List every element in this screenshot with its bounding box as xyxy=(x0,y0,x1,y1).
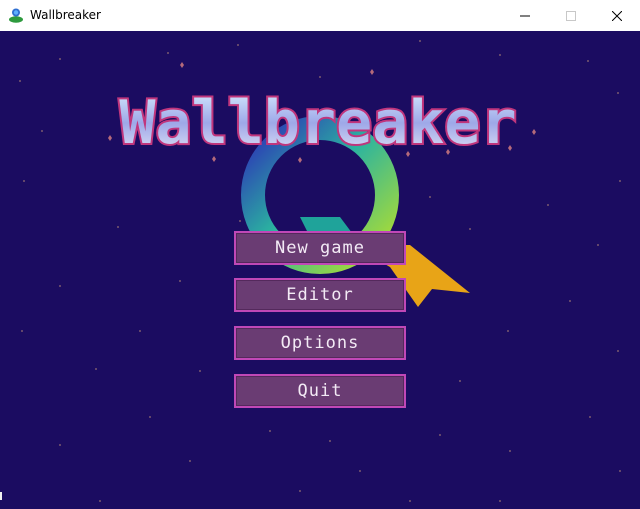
minimize-icon xyxy=(520,15,530,16)
maximize-button[interactable] xyxy=(548,0,594,31)
app-icon xyxy=(8,7,24,23)
game-viewport[interactable]: Wallbreaker New game Editor Options Quit xyxy=(0,31,640,509)
window-title: Wallbreaker xyxy=(30,8,101,22)
text-cursor xyxy=(0,492,2,500)
logo-title: Wallbreaker xyxy=(119,88,516,158)
editor-button[interactable]: Editor xyxy=(234,278,406,312)
window-titlebar[interactable]: Wallbreaker xyxy=(0,0,640,31)
new-game-button[interactable]: New game xyxy=(234,231,406,265)
close-icon xyxy=(612,10,622,21)
game-logo-art: Wallbreaker xyxy=(117,86,519,307)
options-button[interactable]: Options xyxy=(234,326,406,360)
quit-button[interactable]: Quit xyxy=(234,374,406,408)
close-button[interactable] xyxy=(594,0,640,31)
maximize-icon xyxy=(566,10,576,21)
minimize-button[interactable] xyxy=(502,0,548,31)
